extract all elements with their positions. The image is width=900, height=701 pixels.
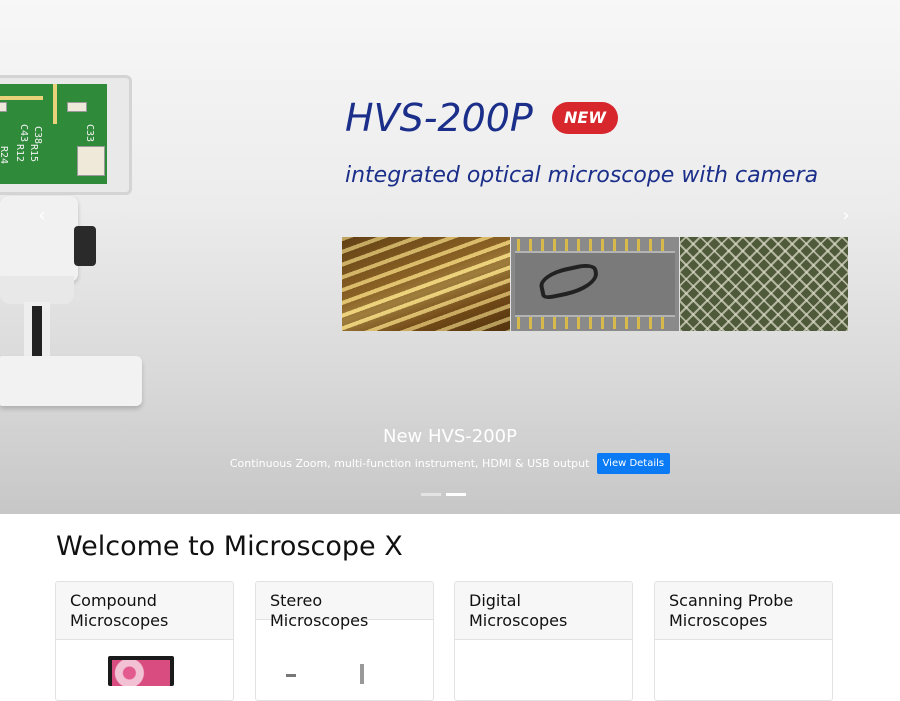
caption-text: Continuous Zoom, multi-function instrume… <box>229 457 590 470</box>
card-compound-microscopes[interactable]: Compound Microscopes <box>55 581 234 701</box>
microscope-collar <box>0 276 74 304</box>
card-title[interactable]: Scanning Probe Microscopes <box>655 582 832 640</box>
page-heading: Welcome to Microscope X <box>56 531 403 562</box>
card-scanning-probe-microscopes[interactable]: Scanning Probe Microscopes <box>654 581 833 701</box>
microscope-product-image: C43 C38 C33 R15 R12 R24 <box>0 0 160 420</box>
caption-title: New HVS-200P <box>383 426 517 447</box>
hero-title: HVS-200P <box>345 96 533 140</box>
card-image-monitor <box>108 656 174 686</box>
microscope-base <box>0 356 142 406</box>
microscope-monitor: C43 C38 C33 R15 R12 R24 <box>0 75 132 195</box>
card-stereo-microscopes[interactable]: Stereo Microscopes <box>255 581 434 701</box>
card-image-stereo <box>360 664 364 684</box>
pcb-label: C38 <box>32 126 43 145</box>
pcb-label: C33 <box>84 124 95 143</box>
hero-carousel: C43 C38 C33 R15 R12 R24 HVS-200P NEW int… <box>0 0 900 514</box>
pcb-label: R15 <box>28 144 39 163</box>
carousel-indicator[interactable] <box>421 493 441 496</box>
pcb-image: C43 C38 C33 R15 R12 R24 <box>0 84 107 184</box>
carousel-indicator-active[interactable] <box>446 493 466 496</box>
card-digital-microscopes[interactable]: Digital Microscopes <box>454 581 633 701</box>
card-title[interactable]: Digital Microscopes <box>455 582 632 640</box>
carousel-indicators <box>421 493 466 496</box>
caption-line: Continuous Zoom, multi-function instrume… <box>0 453 900 474</box>
view-details-button[interactable]: View Details <box>596 453 671 474</box>
card-title[interactable]: Stereo Microscopes <box>256 582 433 630</box>
carousel-next-icon[interactable]: › <box>834 204 858 228</box>
pcb-label: R24 <box>0 146 9 165</box>
new-badge: NEW <box>552 102 618 134</box>
pole-slot <box>32 306 42 358</box>
sample-image-mesh <box>680 237 848 331</box>
sample-image-wires <box>342 237 510 331</box>
carousel-prev-icon[interactable]: ‹ <box>30 204 54 228</box>
hero-subtitle: integrated optical microscope with camer… <box>345 163 819 188</box>
pcb-label: R12 <box>14 144 25 163</box>
card-title[interactable]: Compound Microscopes <box>56 582 233 640</box>
sample-image-chip <box>511 237 679 331</box>
pcb-label: C43 <box>18 124 29 143</box>
focus-knob <box>74 226 96 266</box>
